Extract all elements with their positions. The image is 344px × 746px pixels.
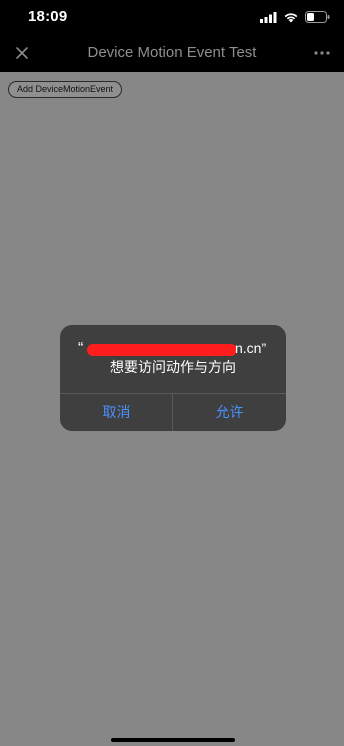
redaction-mark [87,344,237,356]
close-icon[interactable] [12,43,32,63]
nav-bar: Device Motion Event Test [0,34,344,72]
alert-message: 想要访问动作与方向 [110,359,236,375]
permission-alert: “ n.cn” 想要访问动作与方向 取消 允许 [60,325,286,431]
allow-button[interactable]: 允许 [173,394,286,431]
alert-body: “ n.cn” 想要访问动作与方向 [60,339,286,377]
alert-domain-suffix: n.cn” [235,340,267,356]
status-icons [260,10,330,24]
page-title: Device Motion Event Test [87,44,257,61]
battery-icon [305,11,330,23]
more-icon[interactable] [312,43,332,63]
home-indicator [111,738,235,742]
signal-icon [260,11,277,23]
wifi-icon [283,12,299,23]
status-time: 18:09 [28,8,68,25]
status-bar: 18:09 [0,0,344,34]
add-devicemotionevent-button[interactable]: Add DeviceMotionEvent [8,81,123,98]
alert-domain: “ n.cn” [60,339,286,358]
alert-quote-open: “ [78,340,84,357]
cancel-button[interactable]: 取消 [60,394,173,431]
